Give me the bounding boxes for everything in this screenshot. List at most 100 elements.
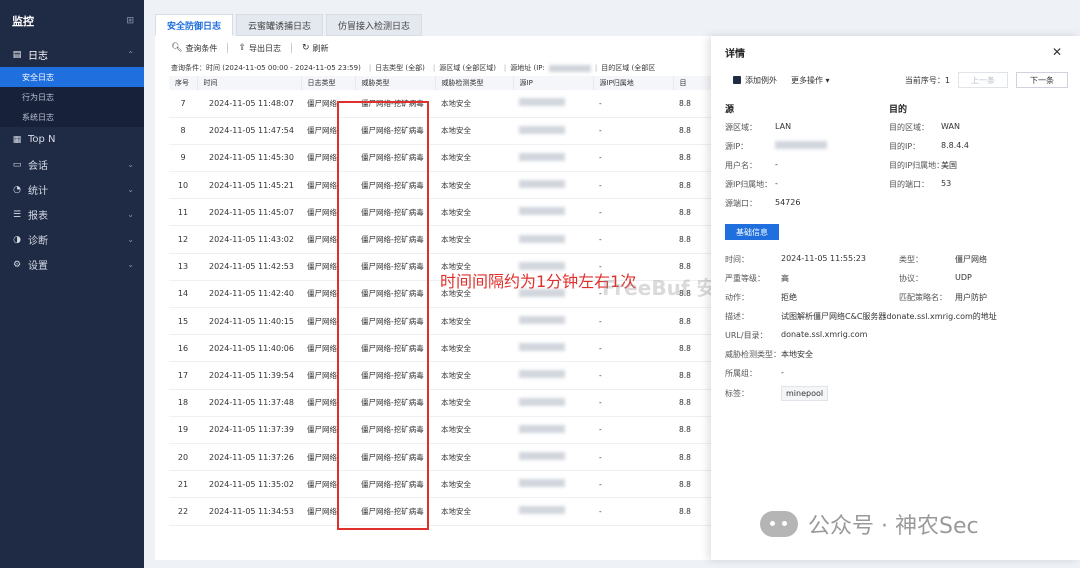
redacted-ip — [519, 479, 565, 488]
close-icon[interactable]: ✕ — [1052, 45, 1062, 59]
cell-time: 2024-11-05 11:37:39 — [197, 416, 301, 444]
cell-detect-type: 本地安全 — [435, 225, 513, 254]
cell-seq: 21 — [169, 470, 197, 499]
chevron-up-icon: ⌃ — [127, 50, 134, 59]
col-header-threat-type[interactable]: 威胁类型 — [355, 76, 436, 90]
table-row[interactable]: 11 2024-11-05 11:45:07 僵尸网络 僵尸网络-挖矿病毒 本地安全 -8… — [169, 198, 726, 227]
cell-src-geo: - — [593, 470, 673, 499]
table-row[interactable]: 9 2024-11-05 11:45:30 僵尸网络 僵尸网络-挖矿病毒 本地安全 -8.… — [169, 144, 726, 173]
gear-icon: ⚙ — [12, 259, 22, 270]
prev-button[interactable]: 上一条 — [958, 72, 1008, 88]
cell-log-type: 僵尸网络 — [301, 470, 355, 499]
sidebar-item-report[interactable]: ☰ 报表 ⌄ — [0, 202, 144, 227]
sidebar-item-diagnose[interactable]: ◑ 诊断 ⌄ — [0, 227, 144, 252]
table-row[interactable]: 17 2024-11-05 11:39:54 僵尸网络 僵尸网络-挖矿病毒 本地安全 -8… — [169, 361, 726, 390]
cell-time: 2024-11-05 11:42:53 — [197, 253, 301, 281]
table-row[interactable]: 10 2024-11-05 11:45:21 僵尸网络 僵尸网络-挖矿病毒 本地安全 -8… — [169, 171, 726, 200]
refresh-button[interactable]: ↻ 刷新 — [302, 43, 329, 54]
basic-info-tab[interactable]: 基础信息 — [725, 224, 779, 240]
cell-time: 2024-11-05 11:39:54 — [197, 361, 301, 390]
log-table-body: 7 2024-11-05 11:48:07 僵尸网络 僵尸网络-挖矿病毒 本地安全 -8.… — [169, 90, 726, 526]
add-exception-button[interactable]: 添加例外 — [745, 75, 777, 86]
tab-honeypot-log[interactable]: 云蜜罐诱捕日志 — [236, 14, 324, 36]
table-row[interactable]: 16 2024-11-05 11:40:06 僵尸网络 僵尸网络-挖矿病毒 本地安全 -8… — [169, 334, 726, 363]
corner-watermark: 公众号 · 神农Sec — [760, 508, 979, 540]
sidebar-subitem-system-log[interactable]: 系统日志 — [0, 107, 144, 127]
chevron-down-icon: ⌄ — [127, 185, 134, 194]
cell-seq: 10 — [169, 171, 197, 200]
divider — [227, 43, 229, 53]
cell-time: 2024-11-05 11:37:48 — [197, 389, 301, 417]
table-row[interactable]: 20 2024-11-05 11:37:26 僵尸网络 僵尸网络-挖矿病毒 本地安全 -8… — [169, 443, 726, 472]
cell-src-geo: - — [593, 90, 673, 118]
redacted-ip — [548, 64, 591, 72]
cell-log-type: 僵尸网络 — [301, 280, 355, 309]
cell-src-geo: - — [593, 497, 673, 526]
col-header-src-ip[interactable]: 源IP — [513, 76, 594, 90]
redacted-ip — [519, 343, 565, 352]
sidebar-item-log[interactable]: ▤ 日志 ⌃ — [0, 42, 144, 67]
col-header-seq[interactable]: 序号 — [169, 76, 198, 90]
cell-src-geo: - — [593, 334, 673, 363]
sidebar-item-label: 设置 — [28, 261, 48, 272]
search-icon: 🔍︎ — [171, 43, 183, 53]
sidebar-subitem-security-log[interactable]: 安全日志 — [0, 67, 144, 87]
cell-src-geo: - — [593, 144, 673, 173]
source-section-title: 源 — [725, 105, 735, 115]
redacted-ip — [519, 316, 565, 325]
table-row[interactable]: 12 2024-11-05 11:43:02 僵尸网络 僵尸网络-挖矿病毒 本地安全 -8… — [169, 225, 726, 254]
export-button[interactable]: ⇪ 导出日志 — [238, 43, 281, 54]
cell-seq: 20 — [169, 443, 197, 472]
dst-ip: 目的IP： 8.8.4.4 — [889, 141, 969, 151]
sidebar-item-label: 统计 — [28, 186, 48, 197]
cell-seq: 22 — [169, 497, 197, 526]
sidebar-item-stats[interactable]: ◔ 统计 ⌄ — [0, 177, 144, 202]
sidebar: 监控 ⊞ ▤ 日志 ⌃ 安全日志 行为日志 系统日志 ▦ Top N ▭ 会话 … — [0, 0, 144, 568]
query-button[interactable]: 🔍︎ 查询条件 — [171, 43, 217, 54]
table-row[interactable]: 15 2024-11-05 11:40:15 僵尸网络 僵尸网络-挖矿病毒 本地安全 -8… — [169, 307, 726, 336]
cell-time: 2024-11-05 11:47:54 — [197, 117, 301, 145]
redacted-ip — [519, 424, 565, 433]
next-button[interactable]: 下一条 — [1016, 72, 1068, 88]
col-header-detect-type[interactable]: 威胁检测类型 — [435, 76, 514, 90]
sidebar-item-topn[interactable]: ▦ Top N — [0, 127, 144, 152]
table-row[interactable]: 19 2024-11-05 11:37:39 僵尸网络 僵尸网络-挖矿病毒 本地安全 -8… — [169, 416, 726, 444]
table-row[interactable]: 22 2024-11-05 11:34:53 僵尸网络 僵尸网络-挖矿病毒 本地安全 -8… — [169, 497, 726, 526]
info-time: 时间： 2024-11-05 11:55:23 — [725, 254, 866, 264]
cell-detect-type: 本地安全 — [435, 334, 513, 363]
table-row[interactable]: 18 2024-11-05 11:37:48 僵尸网络 僵尸网络-挖矿病毒 本地安全 -8… — [169, 389, 726, 417]
cell-threat-type: 僵尸网络-挖矿病毒 — [355, 361, 435, 390]
cell-threat-type: 僵尸网络-挖矿病毒 — [355, 225, 435, 254]
table-row[interactable]: 8 2024-11-05 11:47:54 僵尸网络 僵尸网络-挖矿病毒 本地安全 -8.… — [169, 117, 726, 145]
sidebar-item-label: 会话 — [28, 161, 48, 172]
redacted-ip — [519, 152, 565, 161]
list-icon: ☰ — [12, 209, 22, 220]
collapse-menu-icon[interactable]: ⊞ — [126, 16, 134, 26]
col-header-src-geo[interactable]: 源IP归属地 — [593, 76, 674, 90]
cell-src-ip — [513, 443, 593, 472]
cell-log-type: 僵尸网络 — [301, 90, 355, 118]
cell-threat-type: 僵尸网络-挖矿病毒 — [355, 389, 435, 417]
sidebar-item-settings[interactable]: ⚙ 设置 ⌄ — [0, 252, 144, 277]
cell-src-ip — [513, 334, 593, 363]
tab-security-defense-log[interactable]: 安全防御日志 — [155, 14, 234, 36]
diagnose-icon: ◑ — [13, 234, 21, 245]
sidebar-header: 监控 ⊞ — [0, 0, 144, 42]
table-row[interactable]: 21 2024-11-05 11:35:02 僵尸网络 僵尸网络-挖矿病毒 本地安全 -8… — [169, 470, 726, 499]
cell-seq: 18 — [169, 389, 197, 417]
table-row[interactable]: 7 2024-11-05 11:48:07 僵尸网络 僵尸网络-挖矿病毒 本地安全 -8.… — [169, 90, 726, 118]
cell-time: 2024-11-05 11:40:15 — [197, 307, 301, 336]
sidebar-item-session[interactable]: ▭ 会话 ⌄ — [0, 152, 144, 177]
info-protocol: 协议： UDP — [899, 273, 972, 283]
pie-chart-icon: ◔ — [13, 184, 21, 195]
more-ops-dropdown[interactable]: 更多操作 ▾ — [791, 75, 830, 86]
col-header-time[interactable]: 时间 — [197, 76, 302, 90]
sidebar-subitem-behavior-log[interactable]: 行为日志 — [0, 87, 144, 107]
cell-threat-type: 僵尸网络-挖矿病毒 — [355, 144, 435, 173]
cell-seq: 17 — [169, 361, 197, 390]
tab-spoof-access-log[interactable]: 仿冒接入检测日志 — [326, 14, 423, 36]
src-zone: 源区域： LAN — [725, 122, 792, 132]
add-exception-icon — [733, 76, 741, 84]
cell-seq: 19 — [169, 416, 197, 444]
col-header-log-type[interactable]: 日志类型 — [301, 76, 356, 90]
